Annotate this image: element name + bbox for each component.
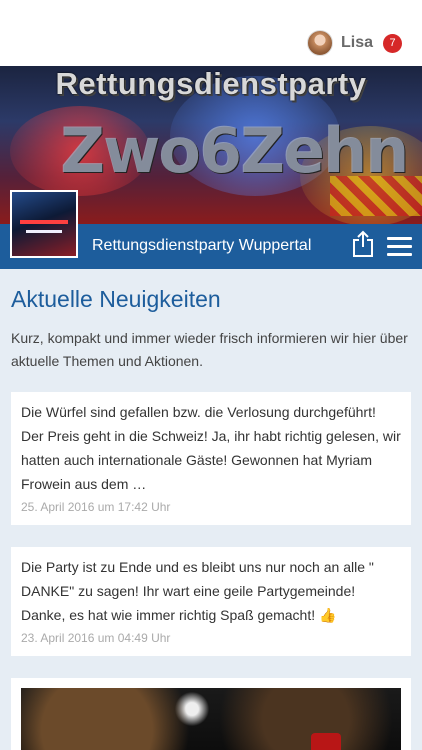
top-bar: Lisa 7: [0, 0, 422, 66]
app-title: Rettungsdienstparty Wuppertal: [92, 237, 312, 254]
hamburger-menu-icon[interactable]: [387, 237, 412, 256]
thumbnail-light-red: [20, 220, 68, 224]
news-text-wrapper: Die Party ist zu Ende und es bleibt uns …: [21, 555, 401, 627]
news-text: Die Würfel sind gefallen bzw. die Verlos…: [21, 404, 401, 492]
username[interactable]: Lisa: [341, 34, 373, 52]
notification-badge[interactable]: 7: [383, 33, 402, 53]
app-thumbnail: [10, 190, 78, 258]
section-description: Kurz, kompakt und immer wieder frisch in…: [11, 330, 408, 369]
news-image: [21, 688, 401, 750]
news-card-image[interactable]: [11, 678, 411, 750]
menu-line: [387, 253, 412, 256]
avatar[interactable]: [306, 30, 333, 56]
thumbnail-light-white: [26, 230, 62, 233]
news-date: 23. April 2016 um 04:49 Uhr: [21, 631, 171, 645]
news-card[interactable]: Die Party ist zu Ende und es bleibt uns …: [11, 547, 411, 656]
menu-line: [387, 245, 412, 248]
menu-line: [387, 237, 412, 240]
share-icon[interactable]: [351, 230, 375, 258]
section-title: Aktuelle Neuigkeiten: [11, 286, 221, 312]
image-detail: [311, 733, 341, 750]
news-date: 25. April 2016 um 17:42 Uhr: [21, 500, 171, 514]
hero-logo: Zwo6Zehn: [60, 114, 409, 187]
thumbs-up-icon: 👍: [319, 607, 337, 623]
hero-title: Rettungsdienstparty: [55, 66, 367, 101]
user-profile[interactable]: Lisa 7: [306, 30, 402, 56]
news-card[interactable]: Die Würfel sind gefallen bzw. die Verlos…: [11, 392, 411, 525]
